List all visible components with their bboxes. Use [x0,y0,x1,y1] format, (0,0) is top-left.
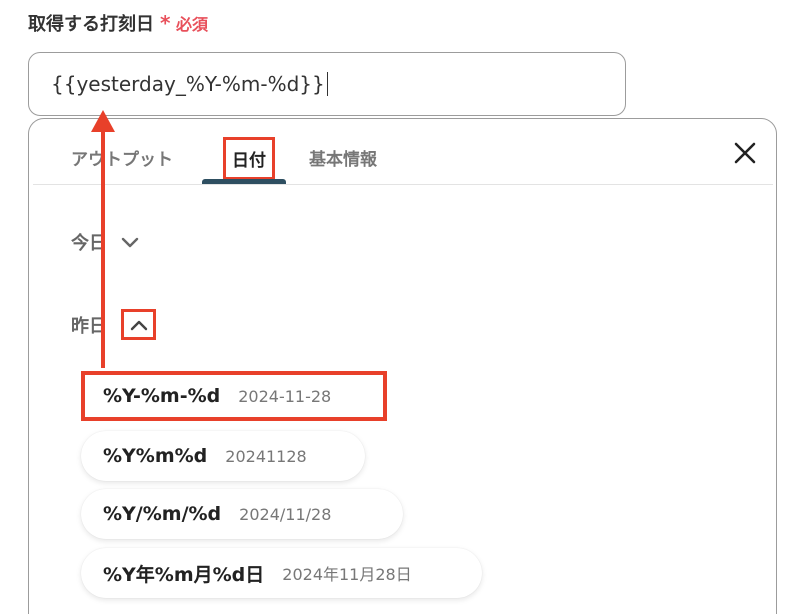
tab-output[interactable]: アウトプット [71,145,173,170]
chevron-up-button[interactable] [121,309,156,340]
picker-tabs: アウトプット 日付 基本情報 [33,119,773,185]
tab-basic-info[interactable]: 基本情報 [309,145,377,170]
option-example: 2024-11-28 [238,386,332,406]
option-format: %Y%m%d [103,445,208,467]
option-format: %Y-%m-%d [103,385,221,407]
chevron-down-icon[interactable] [121,235,139,249]
active-tab-indicator [202,179,286,184]
chevron-up-icon [130,320,147,330]
date-value-input[interactable]: {{yesterday_%Y-%m-%d}} [28,52,626,116]
date-value-text: {{yesterday_%Y-%m-%d}} [51,72,325,96]
option-example: 2024年11月28日 [282,565,412,584]
page: 取得する打刻日 * 必須 {{yesterday_%Y-%m-%d}} アウトプ… [0,0,812,614]
option-hyphen-date[interactable]: %Y-%m-%d 2024-11-28 [81,371,387,421]
variable-picker-panel: アウトプット 日付 基本情報 今日 昨日 %Y-%m-%d 2024-11-28… [28,118,777,614]
option-example: 20241128 [225,446,307,466]
option-example: 2024/11/28 [239,504,332,524]
option-format: %Y/%m/%d [103,503,222,525]
option-slash-date[interactable]: %Y/%m/%d 2024/11/28 [81,489,403,539]
text-caret [326,72,329,96]
field-label-text: 取得する打刻日 [28,14,154,35]
field-label: 取得する打刻日 * 必須 [28,10,208,36]
required-indicator: * 必須 [160,11,208,35]
annotation-arrow-icon [91,110,115,368]
required-star: * [160,11,171,35]
option-compact-date[interactable]: %Y%m%d 20241128 [81,431,365,481]
close-icon[interactable] [733,141,757,165]
option-kanji-date[interactable]: %Y年%m月%d日 2024年11月28日 [81,548,482,598]
option-format: %Y年%m月%d日 [103,563,265,586]
tab-date[interactable]: 日付 [223,137,275,180]
required-text: 必須 [176,15,209,34]
